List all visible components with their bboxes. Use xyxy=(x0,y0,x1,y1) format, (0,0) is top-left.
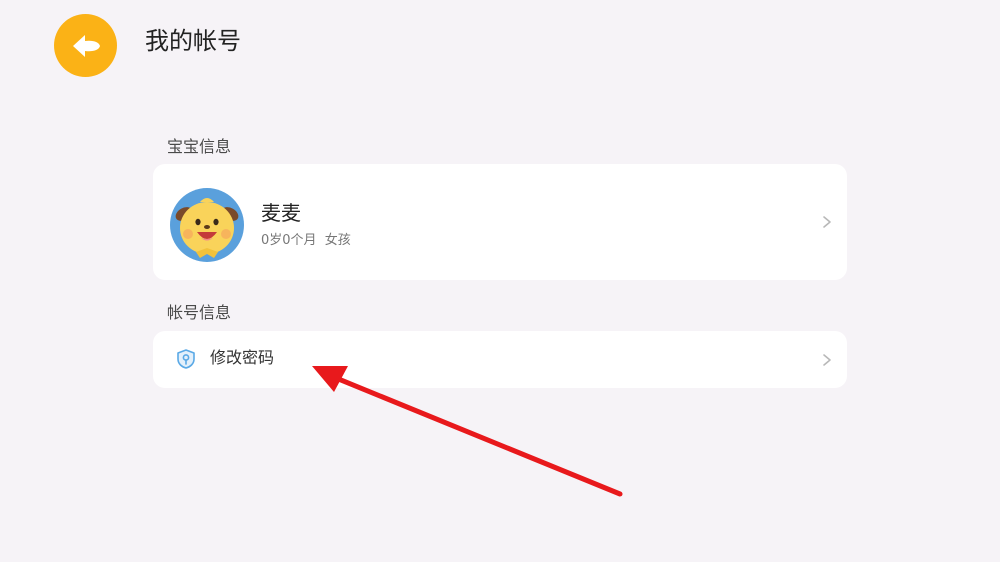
baby-name: 麦麦 xyxy=(261,201,301,225)
chevron-right-icon xyxy=(823,354,831,366)
change-password-label: 修改密码 xyxy=(210,348,275,367)
baby-info-section-title: 宝宝信息 xyxy=(167,137,232,156)
avatar xyxy=(170,188,244,262)
change-password-item[interactable]: 修改密码 xyxy=(153,331,847,388)
back-arrow-icon xyxy=(72,34,100,57)
shield-key-icon xyxy=(177,349,195,369)
back-button[interactable] xyxy=(54,14,117,77)
baby-profile-card[interactable]: 麦麦 0岁0个月 女孩 xyxy=(153,164,847,280)
baby-age-gender: 0岁0个月 女孩 xyxy=(261,233,351,248)
chevron-right-icon xyxy=(823,216,831,228)
page-title: 我的帐号 xyxy=(145,27,241,55)
account-info-section-title: 帐号信息 xyxy=(167,303,232,322)
annotation-arrow xyxy=(312,366,623,497)
